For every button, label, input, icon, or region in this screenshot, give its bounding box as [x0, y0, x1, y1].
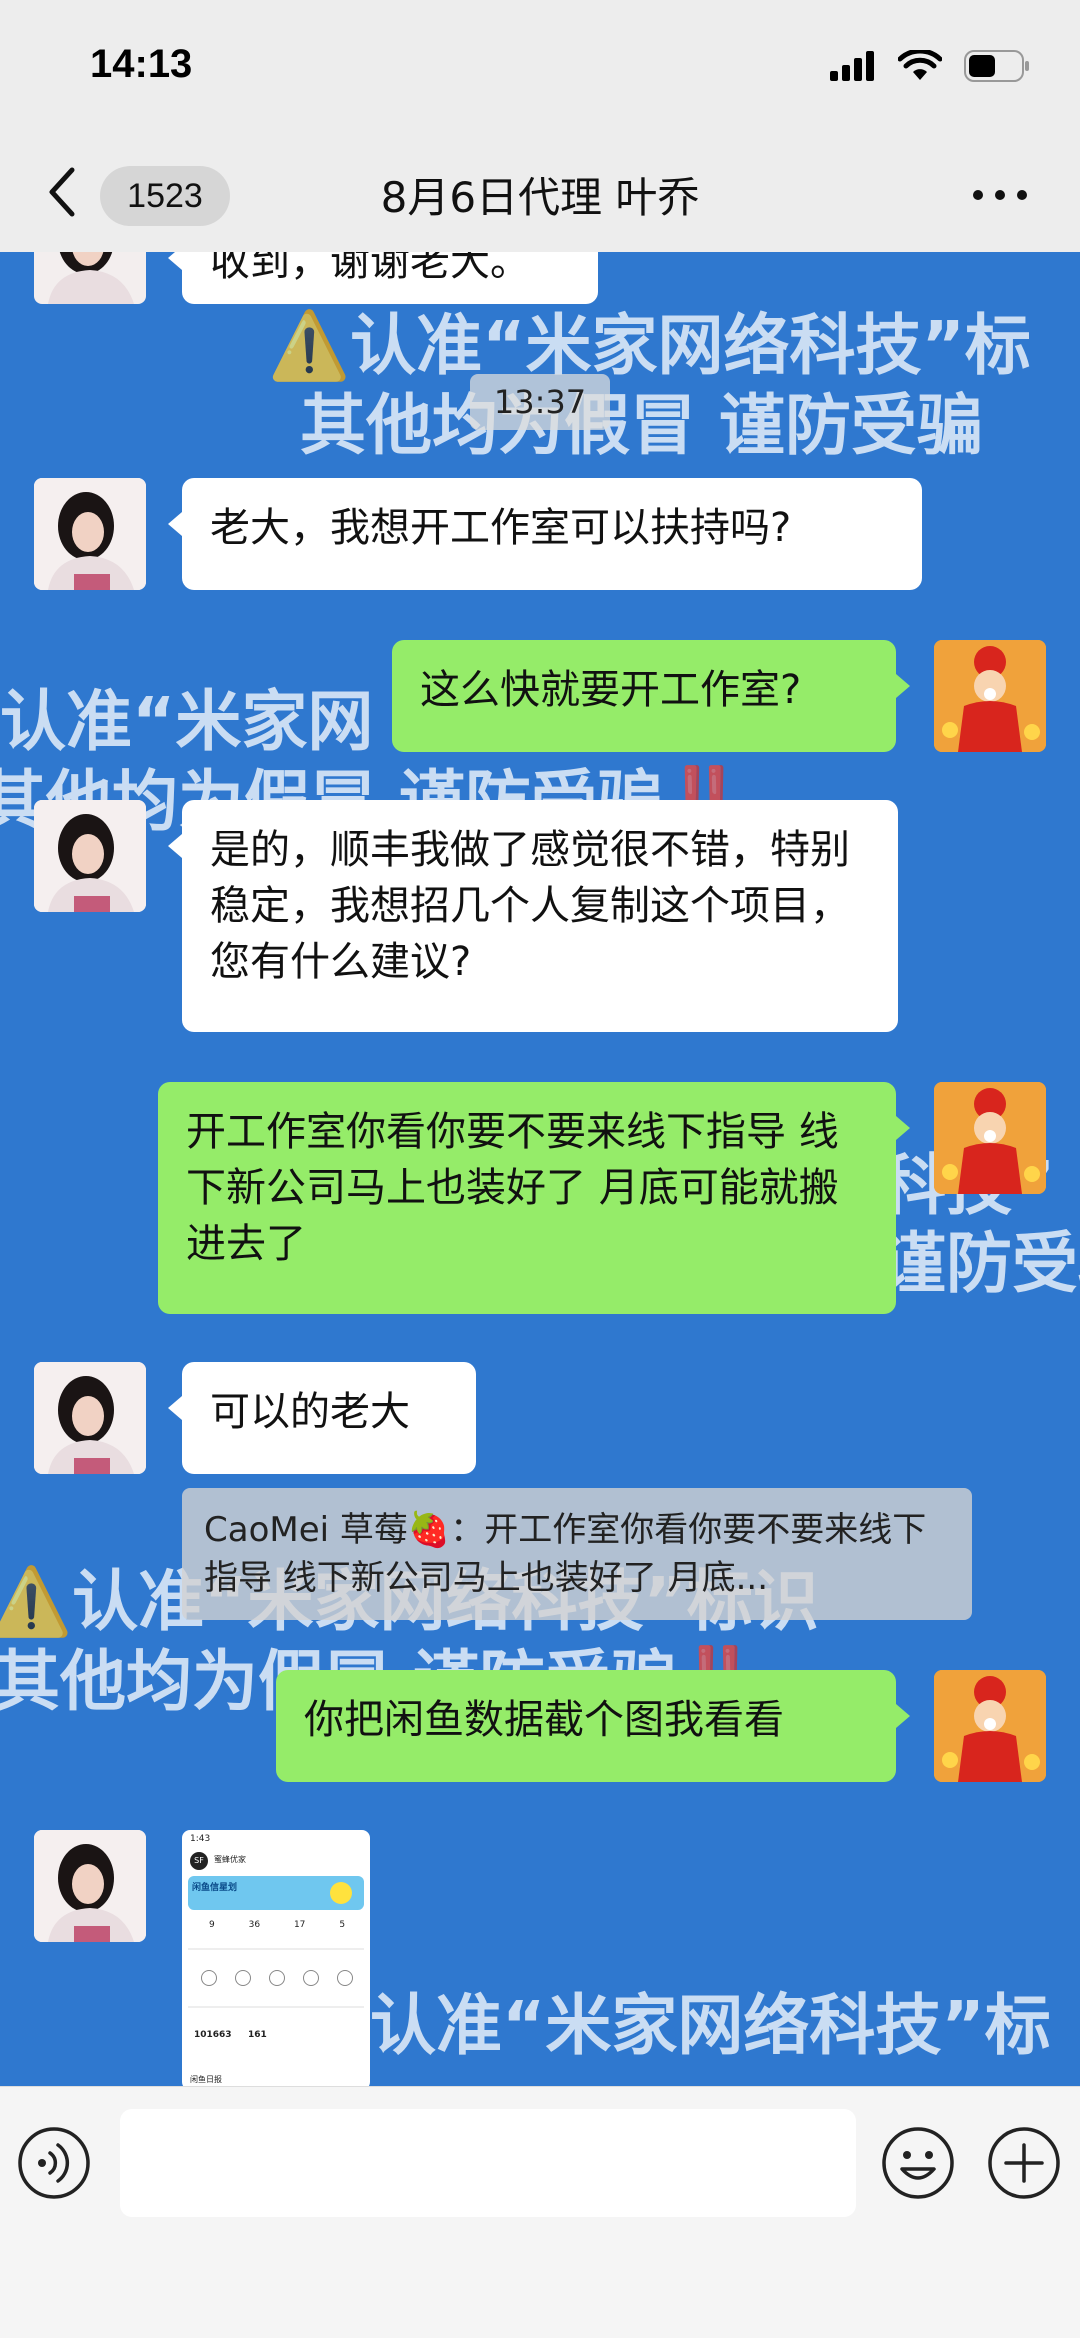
shot-footer: 闲鱼日报: [190, 2075, 222, 2084]
status-icons: [830, 50, 1030, 82]
image-message[interactable]: 1:43 SF 蜜蜂优家 闲鱼信星划 9 36 17 5 101663 161 …: [182, 1830, 370, 2086]
input-bar: [0, 2086, 1080, 2338]
self-avatar[interactable]: [934, 1670, 1046, 1782]
status-bar: 14:13: [0, 0, 1080, 140]
contact-avatar[interactable]: [34, 1362, 146, 1474]
message-bubble[interactable]: 开工作室你看你要不要来线下指导 线下新公司马上也装好了 月底可能就搬进去了: [158, 1082, 910, 1314]
shot-stat: 36: [248, 1920, 261, 1930]
message-bubble[interactable]: 这么快就要开工作室?: [392, 640, 910, 752]
watermark-text: 其他均为假冒 谨防受骗: [300, 387, 983, 464]
contact-avatar[interactable]: [34, 1830, 146, 1942]
chat-header: 1523 8月6日代理 叶乔: [0, 140, 1080, 252]
message-text: 是的，顺丰我做了感觉很不错，特别稳定，我想招几个人复制这个项目，您有什么建议?: [210, 827, 850, 985]
battery-icon: [964, 50, 1029, 82]
message-text: 这么快就要开工作室?: [420, 667, 802, 713]
message-text: 老大，我想开工作室可以扶持吗?: [210, 505, 792, 551]
message-text: 开工作室你看你要不要来线下指导 线下新公司马上也装好了 月底可能就搬进去了: [186, 1109, 839, 1267]
voice-icon[interactable]: [16, 2125, 92, 2201]
chat-area[interactable]: ⚠️认准“米家网络科技”标 其他均为假冒 谨防受骗 认准“米家网 其他均为假冒 …: [0, 252, 1080, 2086]
status-time: 14:13: [90, 42, 193, 86]
quoted-message[interactable]: CaoMei 草莓🍓：开工作室你看你要不要来线下指导 线下新公司马上也装好了 月…: [182, 1488, 972, 1620]
watermark-text: 认准“米家网: [0, 683, 374, 760]
message-bubble[interactable]: 可以的老大: [168, 1362, 476, 1474]
shot-shop-name: 蜜蜂优家: [214, 1855, 246, 1864]
shot-stat: 9: [208, 1920, 215, 1930]
shot-logo: SF: [190, 1852, 208, 1870]
chat-title: 8月6日代理 叶乔: [380, 173, 700, 222]
self-avatar[interactable]: [934, 1082, 1046, 1194]
message-text: 可以的老大: [210, 1389, 410, 1435]
shot-number: 161: [248, 2030, 267, 2040]
message-bubble[interactable]: 收到，谢谢老大。: [168, 252, 598, 304]
watermark-text: 谨防受骗: [880, 1225, 1080, 1302]
message-text: 你把闲鱼数据截个图我看看: [304, 1697, 784, 1743]
wifi-icon: [898, 50, 942, 80]
message-bubble[interactable]: 是的，顺丰我做了感觉很不错，特别稳定，我想招几个人复制这个项目，您有什么建议?: [168, 800, 898, 1032]
message-bubble[interactable]: 老大，我想开工作室可以扶持吗?: [168, 478, 922, 590]
contact-avatar[interactable]: [34, 800, 146, 912]
self-avatar[interactable]: [934, 640, 1046, 752]
shot-stat: 17: [293, 1920, 306, 1930]
more-dots-icon[interactable]: [970, 170, 1030, 220]
message-text: 收到，谢谢老大。: [210, 252, 530, 285]
shot-number: 101663: [194, 2030, 232, 2040]
watermark-text: ⚠️认准“米家网络科技”标: [268, 307, 1031, 384]
shot-banner: 闲鱼信星划: [192, 1883, 238, 1893]
shot-time: 1:43: [190, 1834, 211, 1844]
contact-avatar[interactable]: [34, 252, 146, 304]
message-input[interactable]: [120, 2109, 856, 2217]
shot-stat: 5: [339, 1920, 346, 1930]
contact-avatar[interactable]: [34, 478, 146, 590]
quote-author: CaoMei 草莓🍓: [204, 1510, 451, 1550]
signal-icon: [830, 51, 874, 81]
message-bubble[interactable]: 你把闲鱼数据截个图我看看: [276, 1670, 910, 1782]
plus-icon[interactable]: [986, 2125, 1062, 2201]
message-timestamp: 13:37: [470, 374, 610, 430]
emoji-icon[interactable]: [880, 2125, 956, 2201]
watermark-text: 认准“米家网络科技”标: [370, 1987, 1051, 2064]
